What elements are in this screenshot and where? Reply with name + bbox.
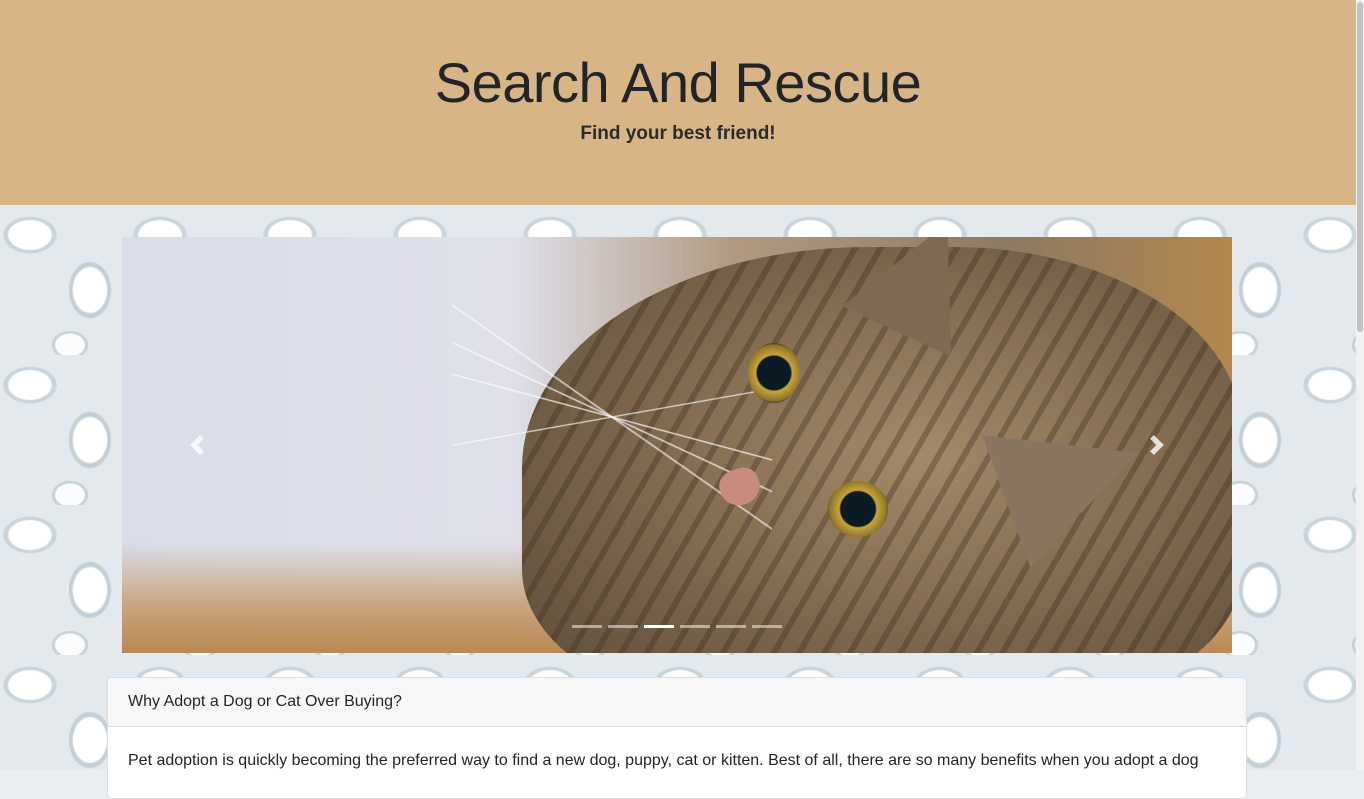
carousel-indicators xyxy=(122,625,1232,628)
kitten-eye xyxy=(748,343,800,403)
chevron-left-icon xyxy=(190,435,204,455)
carousel-indicator-active[interactable] xyxy=(644,625,674,628)
carousel-indicator[interactable] xyxy=(572,625,602,628)
carousel-next-button[interactable] xyxy=(1082,237,1232,653)
image-carousel xyxy=(122,237,1232,653)
chevron-right-icon xyxy=(1150,435,1164,455)
carousel-indicator[interactable] xyxy=(716,625,746,628)
info-card: Why Adopt a Dog or Cat Over Buying? Pet … xyxy=(107,677,1247,799)
card-header: Why Adopt a Dog or Cat Over Buying? xyxy=(108,678,1246,727)
carousel-indicator[interactable] xyxy=(752,625,782,628)
card-body-text: Pet adoption is quickly becoming the pre… xyxy=(128,752,1199,769)
carousel-indicator[interactable] xyxy=(680,625,710,628)
kitten-eye xyxy=(828,481,888,537)
page-title: Search And Rescue xyxy=(434,51,922,114)
page-header: Search And Rescue Find your best friend! xyxy=(0,0,1356,205)
scrollbar-thumb[interactable] xyxy=(1357,2,1363,332)
carousel-prev-button[interactable] xyxy=(122,237,272,653)
page-subtitle: Find your best friend! xyxy=(580,123,776,144)
kitten-whiskers xyxy=(452,297,772,537)
carousel-indicator[interactable] xyxy=(608,625,638,628)
page-scrollbar[interactable] xyxy=(1356,0,1364,770)
